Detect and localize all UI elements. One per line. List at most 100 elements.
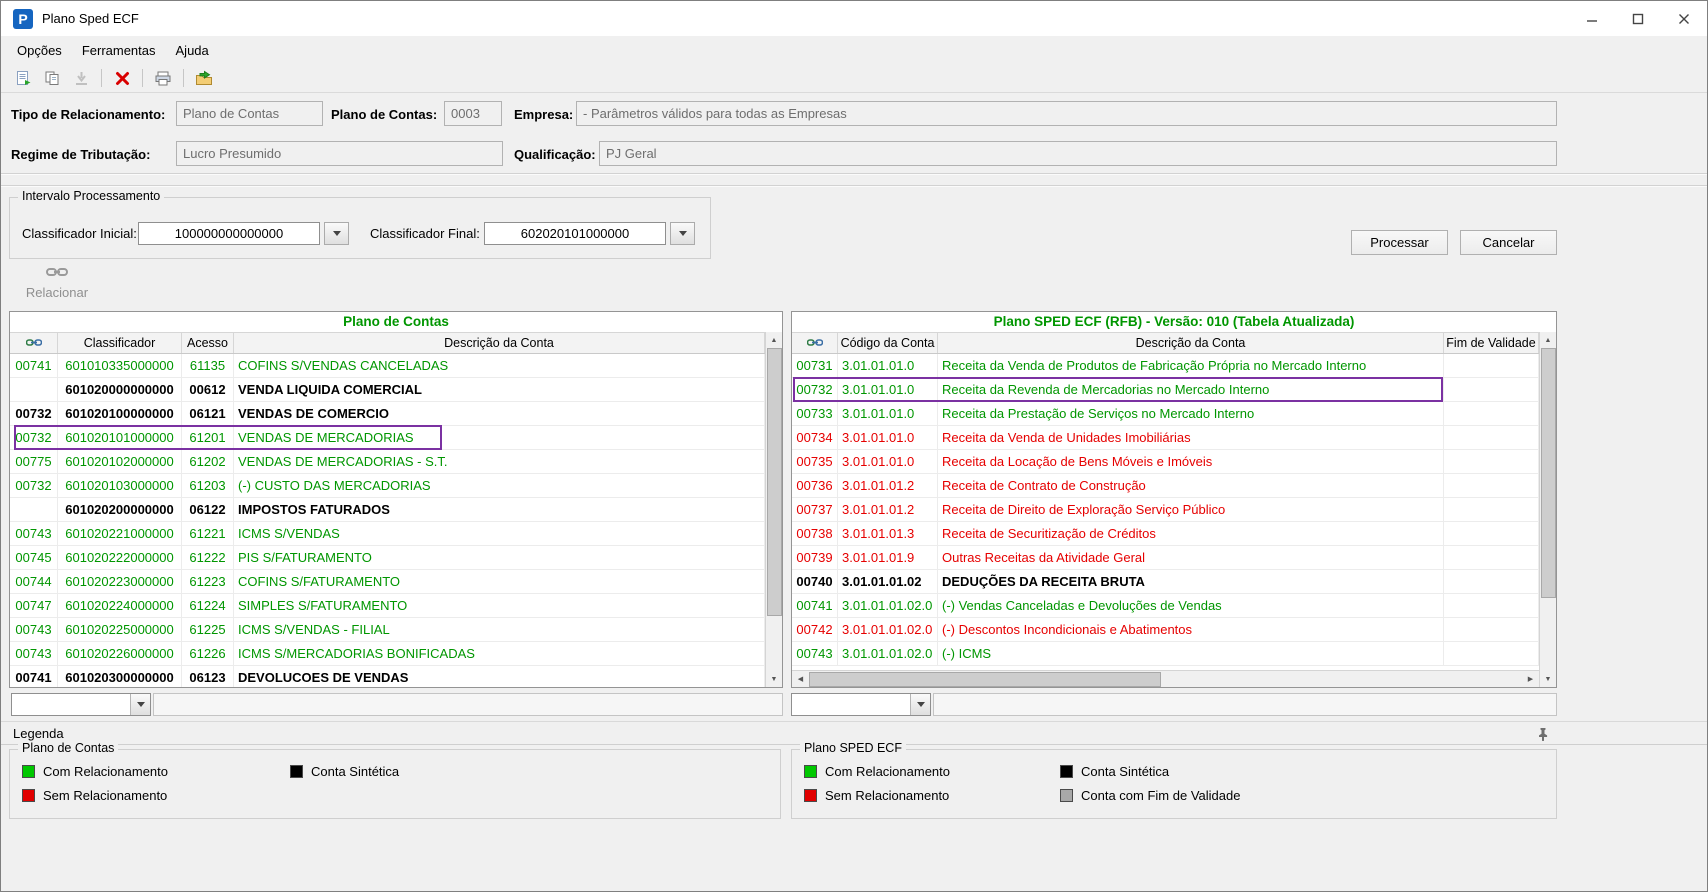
table-row[interactable]: 007383.01.01.01.3Receita de Securitizaçã… xyxy=(792,522,1539,546)
left-filter-combo[interactable] xyxy=(11,693,151,716)
table-row[interactable]: 007343.01.01.01.0Receita da Venda de Uni… xyxy=(792,426,1539,450)
right-filter-combo[interactable] xyxy=(791,693,931,716)
right-filter-field[interactable] xyxy=(933,693,1557,716)
legend-item: Com Relacionamento xyxy=(804,764,950,779)
table-row[interactable]: 0074360102022500000061225ICMS S/VENDAS -… xyxy=(10,618,765,642)
left-vertical-scrollbar[interactable]: ▲ ▼ xyxy=(765,332,782,687)
left-filter-field[interactable] xyxy=(153,693,783,716)
menu-item-opcoes[interactable]: Opções xyxy=(7,38,72,63)
column-header-fim-validade[interactable]: Fim de Validade xyxy=(1444,333,1539,353)
scroll-down-arrow[interactable]: ▼ xyxy=(766,671,783,687)
cell-fim-validade xyxy=(1444,546,1539,570)
close-button[interactable] xyxy=(1661,1,1707,36)
cell-descricao: DEDUÇÕES DA RECEITA BRUTA xyxy=(938,570,1444,594)
classificador-inicial-input[interactable]: 100000000000000 xyxy=(138,222,320,245)
table-row[interactable]: 0074560102022200000061222PIS S/FATURAMEN… xyxy=(10,546,765,570)
separator-line xyxy=(1,185,1707,187)
classificador-final-dropdown-button[interactable] xyxy=(670,222,695,245)
cell-fim-validade xyxy=(1444,618,1539,642)
table-row[interactable]: 007423.01.01.01.02.0(-) Descontos Incond… xyxy=(792,618,1539,642)
table-row[interactable]: 0074160102030000000006123DEVOLUCOES DE V… xyxy=(10,666,765,687)
table-row[interactable]: 007403.01.01.01.02DEDUÇÕES DA RECEITA BR… xyxy=(792,570,1539,594)
column-header-descricao[interactable]: Descrição da Conta xyxy=(938,333,1444,353)
legend-item: Conta Sintética xyxy=(1060,764,1240,779)
delete-icon[interactable] xyxy=(110,66,134,90)
cell-classificador: 601020221000000 xyxy=(58,522,182,546)
menu-item-ferramentas[interactable]: Ferramentas xyxy=(72,38,166,63)
regime-tributacao-field: Lucro Presumido xyxy=(176,141,503,166)
cell-codigo-relacionado: 00732 xyxy=(10,402,58,426)
table-row[interactable]: 0074460102022300000061223COFINS S/FATURA… xyxy=(10,570,765,594)
minimize-button[interactable] xyxy=(1569,1,1615,36)
legend-column: Conta Sintética xyxy=(290,764,399,779)
cell-codigo-relacionado: 00741 xyxy=(10,354,58,378)
menu-item-ajuda[interactable]: Ajuda xyxy=(166,38,219,63)
cell-fim-validade xyxy=(1444,378,1539,402)
table-row[interactable]: 0073260102010100000061201VENDAS DE MERCA… xyxy=(10,426,765,450)
cell-classificador: 601020000000000 xyxy=(58,378,182,402)
table-row[interactable]: 0077560102010200000061202VENDAS DE MERCA… xyxy=(10,450,765,474)
table-row[interactable]: 0074760102022400000061224SIMPLES S/FATUR… xyxy=(10,594,765,618)
copy-icon[interactable] xyxy=(40,66,64,90)
column-header-codigo-conta[interactable]: Código da Conta xyxy=(838,333,938,353)
table-row[interactable]: 007413.01.01.01.02.0(-) Vendas Cancelada… xyxy=(792,594,1539,618)
table-row[interactable]: 0074360102022100000061221ICMS S/VENDAS xyxy=(10,522,765,546)
scroll-down-arrow[interactable]: ▼ xyxy=(1540,671,1557,687)
table-row[interactable]: 007363.01.01.01.2Receita de Contrato de … xyxy=(792,474,1539,498)
print-icon[interactable] xyxy=(151,66,175,90)
cell-descricao: (-) ICMS xyxy=(938,642,1444,666)
table-row[interactable]: 007393.01.01.01.9Outras Receitas da Ativ… xyxy=(792,546,1539,570)
right-horizontal-scrollbar[interactable]: ◀ ▶ xyxy=(792,670,1539,687)
scrollbar-thumb[interactable] xyxy=(809,672,1161,687)
chevron-down-icon xyxy=(333,231,341,236)
table-row[interactable]: 007433.01.01.01.02.0(-) ICMS xyxy=(792,642,1539,666)
table-row[interactable]: 0074160101033500000061135COFINS S/VENDAS… xyxy=(10,354,765,378)
combo-dropdown-button[interactable] xyxy=(130,694,150,715)
relation-column-header[interactable] xyxy=(10,333,58,353)
table-row[interactable]: 007373.01.01.01.2Receita de Direito de E… xyxy=(792,498,1539,522)
chevron-down-icon xyxy=(917,702,925,707)
document-icon[interactable] xyxy=(11,66,35,90)
table-row[interactable]: 60102000000000000612VENDA LIQUIDA COMERC… xyxy=(10,378,765,402)
scroll-up-arrow[interactable]: ▲ xyxy=(766,332,783,348)
relation-column-header[interactable] xyxy=(792,333,838,353)
table-row[interactable]: 0073260102010300000061203(-) CUSTO DAS M… xyxy=(10,474,765,498)
combo-dropdown-button[interactable] xyxy=(910,694,930,715)
classificador-final-input[interactable]: 602020101000000 xyxy=(484,222,666,245)
legend-plano-contas: Plano de Contas Com RelacionamentoSem Re… xyxy=(9,749,781,819)
cell-descricao: ICMS S/VENDAS - FILIAL xyxy=(234,618,765,642)
relation-icon xyxy=(807,337,823,349)
scrollbar-thumb[interactable] xyxy=(767,348,782,616)
scroll-left-arrow[interactable]: ◀ xyxy=(792,671,809,687)
classificador-inicial-dropdown-button[interactable] xyxy=(324,222,349,245)
column-header-descricao[interactable]: Descrição da Conta xyxy=(234,333,765,353)
table-row[interactable]: 0073260102010000000006121VENDAS DE COMER… xyxy=(10,402,765,426)
export-icon[interactable] xyxy=(192,66,216,90)
right-vertical-scrollbar[interactable]: ▲ ▼ xyxy=(1539,332,1556,687)
pin-icon[interactable] xyxy=(1535,726,1551,742)
classificador-final-label: Classificador Final: xyxy=(370,226,480,241)
table-row[interactable]: 007323.01.01.01.0Receita da Revenda de M… xyxy=(792,378,1539,402)
scroll-up-arrow[interactable]: ▲ xyxy=(1540,332,1557,348)
table-row[interactable]: 0074360102022600000061226ICMS S/MERCADOR… xyxy=(10,642,765,666)
table-row[interactable]: 007333.01.01.01.0Receita da Prestação de… xyxy=(792,402,1539,426)
scroll-right-arrow[interactable]: ▶ xyxy=(1522,671,1539,687)
table-row[interactable]: 007313.01.01.01.0Receita da Venda de Pro… xyxy=(792,354,1539,378)
table-row[interactable]: 007353.01.01.01.0Receita da Locação de B… xyxy=(792,450,1539,474)
maximize-button[interactable] xyxy=(1615,1,1661,36)
toolbar-separator xyxy=(183,69,184,87)
window-controls xyxy=(1569,1,1707,36)
cell-codigo-relacionado: 00732 xyxy=(10,474,58,498)
column-header-acesso[interactable]: Acesso xyxy=(182,333,234,353)
table-row[interactable]: 60102020000000006122IMPOSTOS FATURADOS xyxy=(10,498,765,522)
cell-descricao: COFINS S/VENDAS CANCELADAS xyxy=(234,354,765,378)
chevron-down-icon xyxy=(137,702,145,707)
processar-button[interactable]: Processar xyxy=(1351,230,1448,255)
cell-descricao: (-) Vendas Canceladas e Devoluções de Ve… xyxy=(938,594,1444,618)
cell-descricao: PIS S/FATURAMENTO xyxy=(234,546,765,570)
column-header-classificador[interactable]: Classificador xyxy=(58,333,182,353)
cancelar-button[interactable]: Cancelar xyxy=(1460,230,1557,255)
plano-contas-grid-title: Plano de Contas xyxy=(10,312,782,332)
scrollbar-thumb[interactable] xyxy=(1541,348,1556,598)
cell-acesso: 06122 xyxy=(182,498,234,522)
